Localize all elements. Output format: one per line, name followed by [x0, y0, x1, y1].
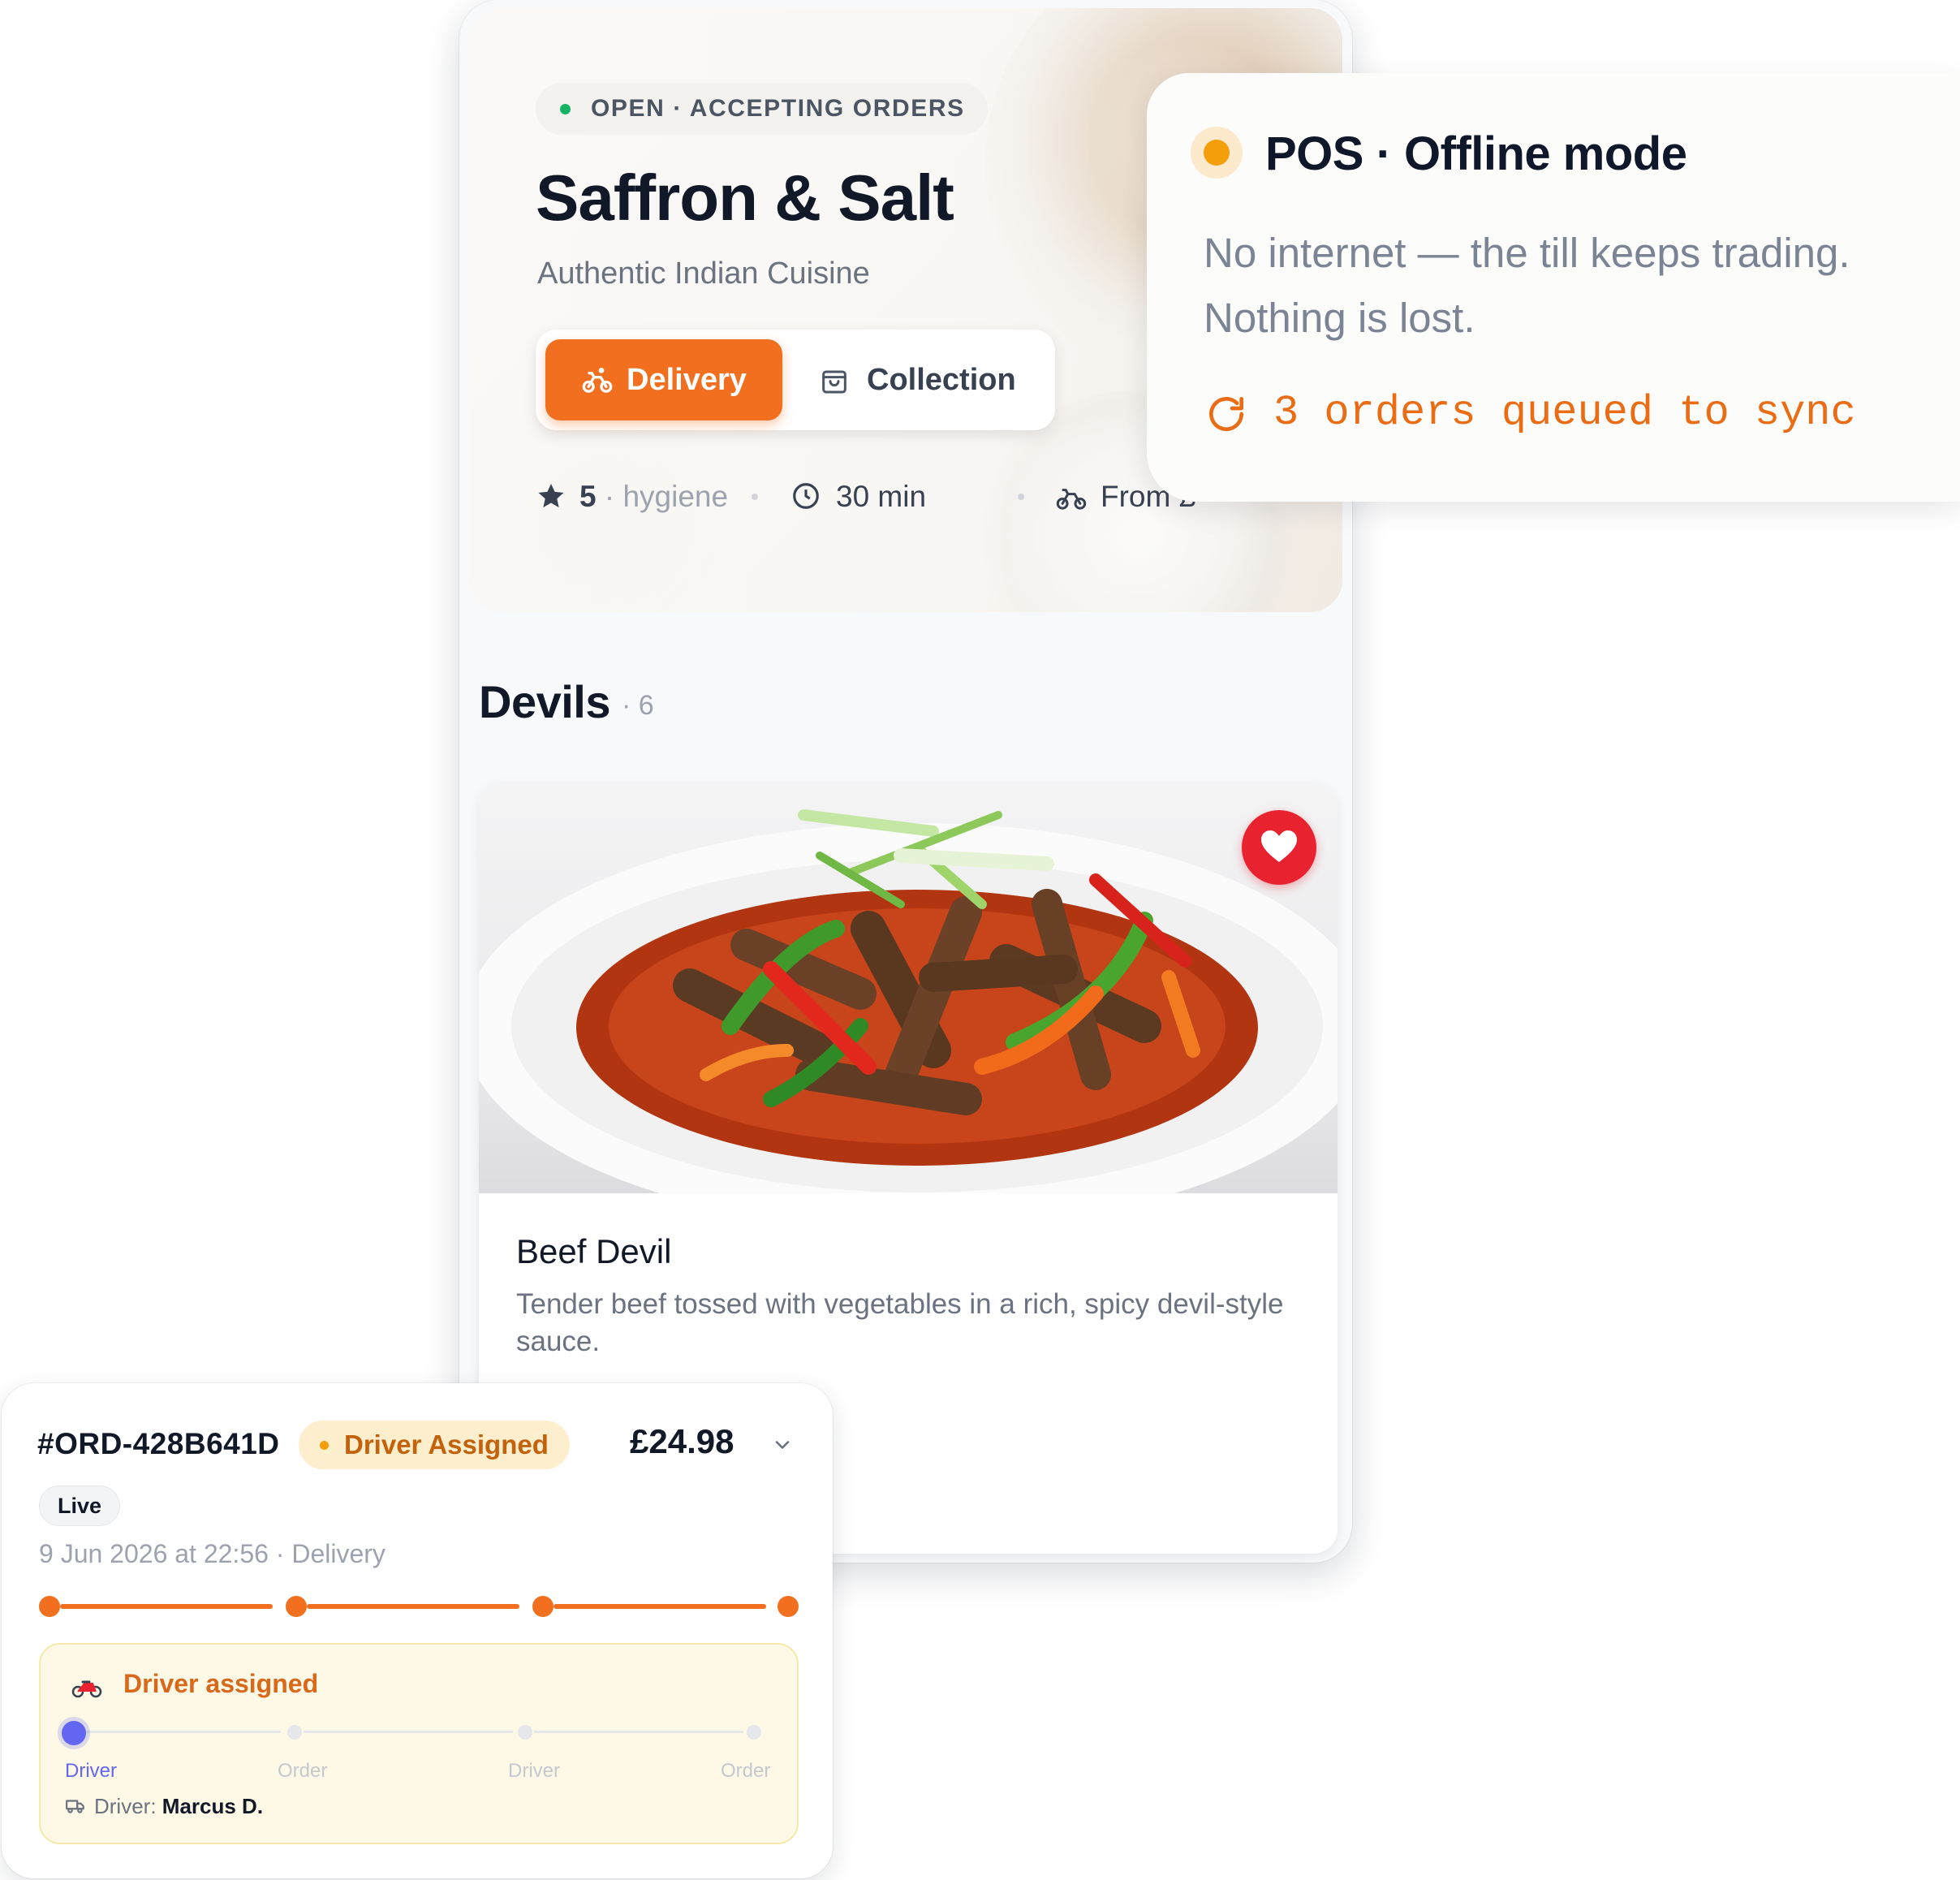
driver-name: Marcus D.	[162, 1794, 264, 1818]
restaurant-name: Saffron & Salt	[536, 162, 954, 234]
live-badge: Live	[39, 1485, 121, 1526]
dish-photo	[479, 783, 1338, 1193]
bicycle-icon	[1056, 489, 1087, 510]
pos-title: POS · Offline mode	[1265, 127, 1687, 180]
collection-label: Collection	[867, 363, 1016, 397]
order-meta: 9 Jun 2026 at 22:56 · Delivery	[39, 1539, 386, 1568]
order-card[interactable]: #ORD-428B641D Driver Assigned £24.98 Liv…	[2, 1383, 833, 1878]
menu-section-count: · 6	[622, 690, 654, 721]
tracking-title: Driver assigned	[123, 1669, 319, 1698]
order-mode-toggle: Delivery Collection	[536, 330, 1055, 430]
dish-description: Tender beef tossed with vegetables in a …	[516, 1288, 1284, 1357]
driver-tracking-panel: Driver assigned Driver Order Driver Orde…	[39, 1643, 799, 1844]
step-label: Order	[721, 1760, 771, 1782]
star-icon	[538, 483, 564, 508]
progress-step	[39, 1596, 60, 1617]
favourite-button[interactable]	[1242, 810, 1316, 885]
shopping-bag-icon	[822, 370, 846, 394]
delivery-time: 30 min	[790, 472, 926, 521]
progress-step	[778, 1596, 799, 1617]
truck-icon	[66, 1800, 84, 1813]
step-label: Order	[278, 1760, 328, 1782]
order-status-text: Driver Assigned	[344, 1429, 549, 1460]
step-label: Driver	[508, 1760, 560, 1782]
progress-step	[286, 1596, 307, 1617]
hygiene-rating: 5 · hygiene	[536, 472, 728, 521]
progress-step	[532, 1596, 554, 1617]
order-status-badge: Driver Assigned	[299, 1421, 570, 1469]
menu-section-title: Devils	[479, 676, 611, 727]
motorbike-icon	[71, 1680, 102, 1698]
store-status-text: OPEN · ACCEPTING ORDERS	[591, 95, 965, 122]
status-dot-icon	[320, 1441, 329, 1450]
eta-value: 30 min	[836, 480, 927, 513]
chevron-down-icon[interactable]	[771, 1434, 794, 1456]
bicycle-icon	[582, 368, 613, 393]
heart-icon	[1261, 830, 1297, 862]
stage: OPEN · ACCEPTING ORDERS Saffron & Salt A…	[0, 0, 1960, 1880]
track-step	[747, 1725, 761, 1740]
track-step	[518, 1725, 532, 1740]
open-dot-icon	[560, 104, 571, 114]
store-status-badge: OPEN · ACCEPTING ORDERS	[536, 83, 988, 135]
dish-name: Beef Devil	[516, 1232, 672, 1270]
delivery-label: Delivery	[627, 363, 747, 397]
driver-info: Driver: Marcus D.	[65, 1794, 263, 1819]
order-total: £24.98	[630, 1422, 734, 1460]
clock-icon	[793, 483, 819, 509]
track-step	[287, 1725, 302, 1740]
delivery-button[interactable]: Delivery	[545, 339, 782, 420]
refresh-icon	[1209, 397, 1243, 431]
driver-label: Driver:	[94, 1794, 157, 1818]
rating-value: 5	[579, 480, 597, 513]
order-id: #ORD-428B641D	[37, 1427, 280, 1460]
sync-queue-status: 3 orders queued to sync	[1204, 386, 1856, 440]
step-label: Driver	[65, 1760, 117, 1782]
track-step-current	[62, 1721, 86, 1745]
pos-offline-card: POS · Offline mode No internet — the til…	[1147, 73, 1960, 502]
pos-message: No internet — the till keeps trading. No…	[1204, 230, 1850, 341]
sync-queue-text: 3 orders queued to sync	[1273, 389, 1856, 437]
rating-label: · hygiene	[604, 480, 729, 513]
offline-status-icon	[1191, 127, 1243, 179]
collection-button[interactable]: Collection	[795, 339, 1039, 420]
restaurant-subtitle: Authentic Indian Cuisine	[537, 257, 870, 291]
